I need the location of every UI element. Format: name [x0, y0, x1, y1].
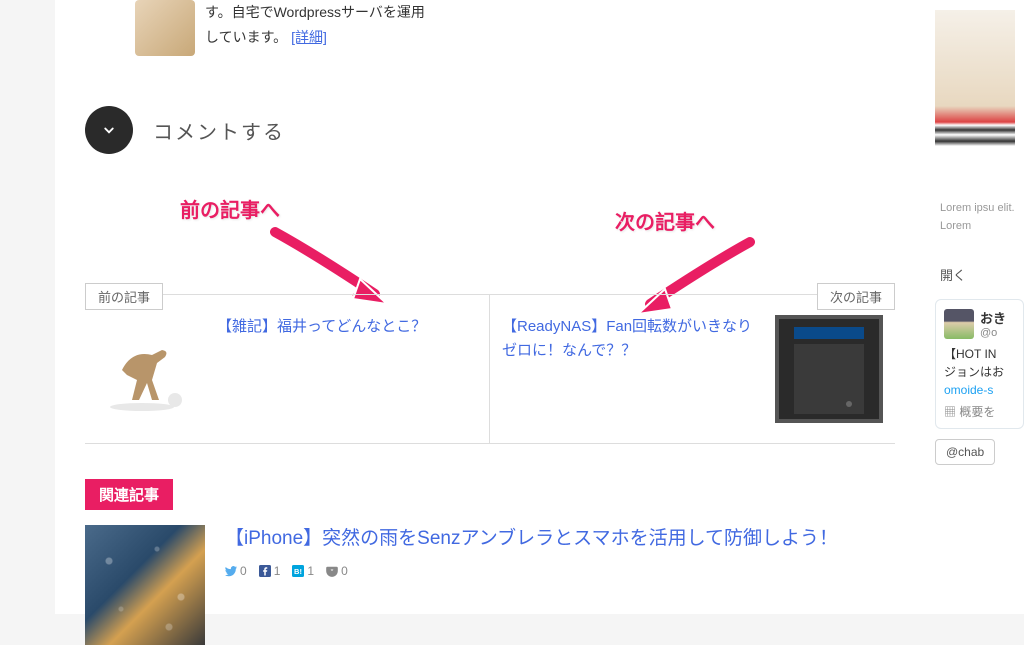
social-stats: 0 1 B! 1 0 [225, 564, 895, 578]
next-badge: 次の記事 [817, 283, 895, 310]
svg-text:B!: B! [294, 567, 302, 576]
bio-line: す。自宅でWordpressサーバを運用 [205, 4, 425, 20]
expand-comment-button[interactable] [85, 106, 133, 154]
author-detail-link[interactable]: [詳細] [291, 29, 327, 45]
related-thumbnail [85, 525, 205, 645]
bio-line: しています。 [205, 29, 291, 45]
comment-title: コメントする [153, 116, 285, 145]
related-title: 【iPhone】突然の雨をSenzアンブレラとスマホを活用して防御しよう！ [225, 525, 895, 554]
tweet-avatar [944, 309, 974, 339]
facebook-count: 1 [259, 564, 281, 578]
tweet-handle: @o [980, 327, 1006, 339]
tweet-text: ジョンはお [944, 365, 1004, 379]
pocket-count: 0 [326, 564, 348, 578]
chevron-down-icon [100, 121, 118, 139]
bio-text: す。自宅でWordpressサーバを運用 しています。 [詳細] [205, 0, 425, 50]
tweet-link[interactable]: omoide-s [944, 383, 993, 397]
prev-post-thumbnail [97, 315, 205, 423]
prev-post-title: 【雑記】福井ってどんなとこ？ [217, 315, 426, 339]
prev-annotation-label: 前の記事へ [180, 194, 280, 223]
related-section: 関連記事 【iPhone】突然の雨をSenzアンブレラとスマホを活用して防御しよ… [85, 479, 895, 645]
tweet-name: おき [980, 308, 1006, 327]
nav-annotations: 前の記事へ 次の記事へ [85, 194, 895, 294]
summary-icon: ▦ [944, 405, 959, 419]
author-bio: す。自宅でWordpressサーバを運用 しています。 [詳細] [85, 0, 895, 56]
next-post-thumbnail [775, 315, 883, 423]
sidebar: Lorem ipsu elit. Lorem 開く おき @o 【HOT IN … [925, 0, 1024, 614]
facebook-icon [259, 565, 271, 577]
prev-post-link[interactable]: 【雑記】福井ってどんなとこ？ [85, 295, 490, 444]
related-item[interactable]: 【iPhone】突然の雨をSenzアンブレラとスマホを活用して防御しよう！ 0 … [85, 525, 895, 645]
sidebar-open-label[interactable]: 開く [935, 265, 1024, 284]
tweet-card[interactable]: おき @o 【HOT IN ジョンはお omoide-s ▦ 概要を [935, 299, 1024, 429]
main-content: す。自宅でWordpressサーバを運用 しています。 [詳細] コメントする … [55, 0, 925, 614]
tweet-summary: ▦ 概要を [944, 403, 1015, 420]
related-badge: 関連記事 [85, 479, 173, 510]
next-post-title: 【ReadyNAS】Fan回転数がいきなりゼロに！なんで？？ [502, 315, 763, 363]
pocket-icon [326, 565, 338, 577]
twitter-icon [225, 565, 237, 577]
hatena-icon: B! [292, 565, 304, 577]
next-annotation-label: 次の記事へ [615, 206, 715, 235]
prev-badge: 前の記事 [85, 283, 163, 310]
follow-button[interactable]: @chab [935, 439, 995, 465]
comment-section: コメントする [85, 106, 895, 154]
avatar [135, 0, 195, 56]
sidebar-lorem: Lorem ipsu elit. Lorem [935, 200, 1024, 235]
next-post-link[interactable]: 【ReadyNAS】Fan回転数がいきなりゼロに！なんで？？ [490, 295, 895, 444]
tweet-text: 【HOT IN [944, 347, 996, 361]
post-navigation: 前の記事 次の記事 【雑記】福井ってどんなとこ？ 【ReadyNAS】Fan回転… [85, 294, 895, 444]
sidebar-image [935, 10, 1015, 170]
twitter-count: 0 [225, 564, 247, 578]
hatena-count: B! 1 [292, 564, 314, 578]
